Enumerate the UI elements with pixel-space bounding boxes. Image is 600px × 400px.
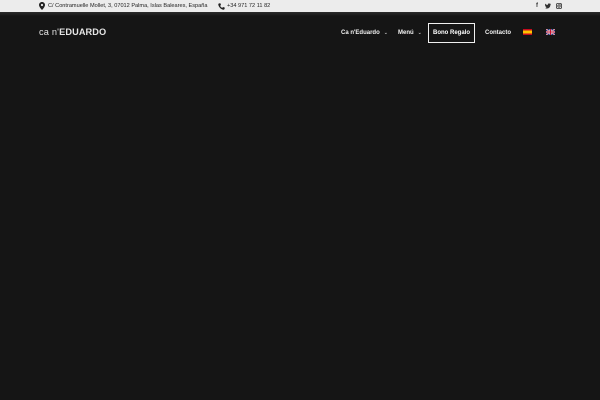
nav-item-bono-regalo[interactable]: Bono Regalo bbox=[428, 23, 475, 43]
phone-icon bbox=[217, 0, 225, 12]
top-info-bar: C/ Contramuelle Mollet, 3, 07012 Palma, … bbox=[0, 0, 600, 12]
logo-part-ca: ca n' bbox=[39, 27, 60, 37]
phone-text: +34 971 72 11 82 bbox=[227, 3, 271, 9]
address-contact[interactable]: C/ Contramuelle Mollet, 3, 07012 Palma, … bbox=[38, 0, 208, 12]
spain-flag-icon[interactable] bbox=[523, 29, 532, 35]
uk-flag-icon[interactable] bbox=[546, 29, 555, 35]
nav-item-label: Bono Regalo bbox=[433, 30, 470, 36]
chevron-down-icon: ⌄ bbox=[417, 30, 422, 36]
hero-section bbox=[0, 52, 600, 400]
chevron-down-icon: ⌄ bbox=[383, 30, 388, 36]
address-text: C/ Contramuelle Mollet, 3, 07012 Palma, … bbox=[48, 3, 208, 9]
nav-item-menu[interactable]: Menú ⌄ bbox=[398, 23, 422, 43]
nav-item-ca-neduardo[interactable]: Ca n'Eduardo ⌄ bbox=[341, 23, 388, 43]
twitter-icon[interactable] bbox=[545, 0, 551, 12]
nav-item-label: Menú bbox=[398, 30, 414, 36]
logo-part-eduardo: EDUARDO bbox=[59, 27, 107, 37]
instagram-icon[interactable] bbox=[556, 0, 562, 12]
map-pin-icon bbox=[38, 0, 46, 12]
phone-contact[interactable]: +34 971 72 11 82 bbox=[217, 0, 270, 12]
facebook-icon[interactable]: f bbox=[534, 0, 540, 12]
social-links: f bbox=[534, 0, 562, 12]
nav-item-contacto[interactable]: Contacto bbox=[485, 23, 511, 43]
nav-item-label: Contacto bbox=[485, 30, 511, 36]
site-logo[interactable]: ca n'EDUARDO bbox=[39, 27, 106, 39]
nav-item-label: Ca n'Eduardo bbox=[341, 30, 380, 36]
